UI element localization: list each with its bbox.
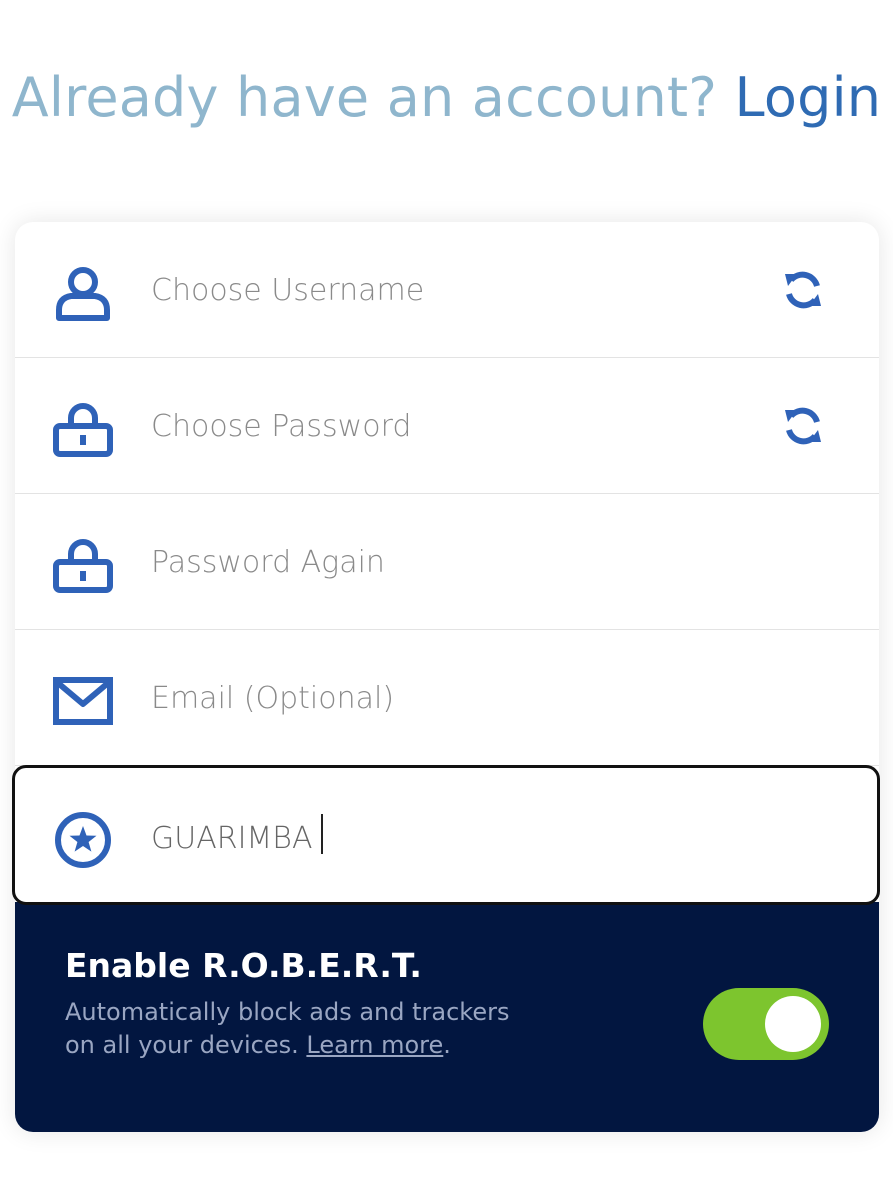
toggle-knob [765,996,821,1052]
robert-description: Automatically block ads and trackers on … [65,996,535,1062]
text-caret [321,814,323,854]
star-circle-icon [55,812,111,868]
refresh-password-icon[interactable] [779,402,827,450]
username-input[interactable] [151,262,711,318]
lock-icon [53,403,113,457]
envelope-icon [53,677,113,725]
login-prompt-text: Already have an account? [11,66,718,129]
robert-title: Enable R.O.B.E.R.T. [65,946,422,985]
username-row [15,222,879,358]
promo-code-input[interactable] [151,810,711,866]
login-link[interactable]: Login [735,66,882,129]
description-period: . [443,1031,451,1059]
learn-more-link[interactable]: Learn more [306,1031,443,1059]
email-row [15,630,879,766]
signup-form-card: Enable R.O.B.E.R.T. Automatically block … [12,222,880,1132]
lock-icon [53,539,113,593]
email-input[interactable] [151,670,711,726]
promo-code-row [12,765,880,905]
password-again-input[interactable] [151,534,711,590]
password-input[interactable] [151,398,711,454]
robert-toggle[interactable] [703,988,829,1060]
refresh-username-icon[interactable] [779,266,827,314]
password-row [15,358,879,494]
login-prompt: Already have an account? Login [0,62,893,134]
password-again-row [15,494,879,630]
user-icon [56,267,110,321]
robert-section: Enable R.O.B.E.R.T. Automatically block … [15,902,879,1132]
